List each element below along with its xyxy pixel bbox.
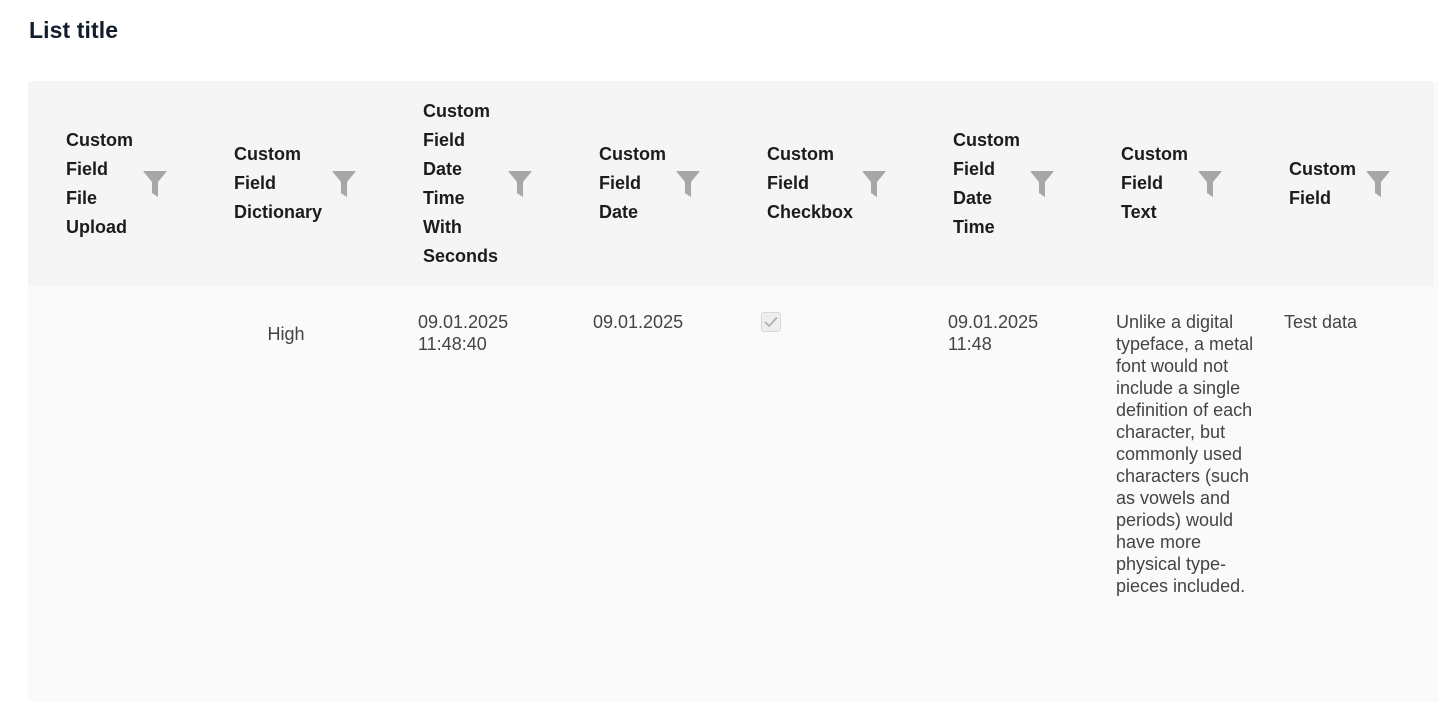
cell-date: 09.01.2025 — [593, 312, 684, 332]
cell-dictionary: High — [267, 324, 305, 344]
column-header-label: Custom Field Date Time — [953, 129, 1020, 237]
column-header-date-time[interactable]: Custom Field Date Time — [953, 81, 1020, 286]
table-header: Custom Field File Upload Custom Field Di… — [28, 81, 1434, 286]
list-title: List title — [29, 17, 119, 43]
filter-icon[interactable] — [862, 171, 886, 197]
filter-icon[interactable] — [143, 171, 167, 197]
column-header-label: Custom Field Date Time With Seconds — [423, 100, 499, 266]
column-header-date-time-seconds[interactable]: Custom Field Date Time With Seconds — [423, 81, 498, 286]
column-header-label: Custom Field Date — [599, 144, 666, 222]
cell-field: Test data — [1284, 312, 1358, 332]
column-header-label: Custom Field — [1289, 158, 1356, 208]
filter-icon[interactable] — [676, 171, 700, 197]
cell-date-time-seconds: 09.01.2025 11:48:40 — [418, 312, 509, 354]
column-header-date[interactable]: Custom Field Date — [599, 81, 666, 286]
column-header-label: Custom Field Text — [1121, 144, 1188, 222]
filter-icon[interactable] — [1198, 171, 1222, 197]
filter-icon[interactable] — [1366, 171, 1390, 197]
filter-icon[interactable] — [332, 171, 356, 197]
data-table: Custom Field File Upload Custom Field Di… — [28, 81, 1438, 702]
column-header-label: Custom Field Dictionary — [234, 144, 323, 222]
column-header-dictionary[interactable]: Custom Field Dictionary — [234, 81, 322, 286]
column-header-field[interactable]: Custom Field — [1289, 81, 1356, 286]
filter-icon[interactable] — [1030, 171, 1054, 197]
check-icon — [764, 317, 778, 327]
column-header-checkbox[interactable]: Custom Field Checkbox — [767, 81, 853, 286]
column-header-label: Custom Field Checkbox — [767, 144, 854, 222]
cell-date-time: 09.01.2025 11:48 — [948, 312, 1039, 354]
column-header-file-upload[interactable]: Custom Field File Upload — [66, 81, 133, 286]
filter-icon[interactable] — [508, 171, 532, 197]
checkbox[interactable] — [761, 312, 781, 332]
table-row[interactable]: High 09.01.2025 11:48:40 09.01.2025 09.0… — [28, 286, 1438, 702]
cell-text: Unlike a digital typeface, a metal font … — [1116, 312, 1254, 596]
column-header-text[interactable]: Custom Field Text — [1121, 81, 1188, 286]
column-header-label: Custom Field File Upload — [66, 129, 133, 237]
